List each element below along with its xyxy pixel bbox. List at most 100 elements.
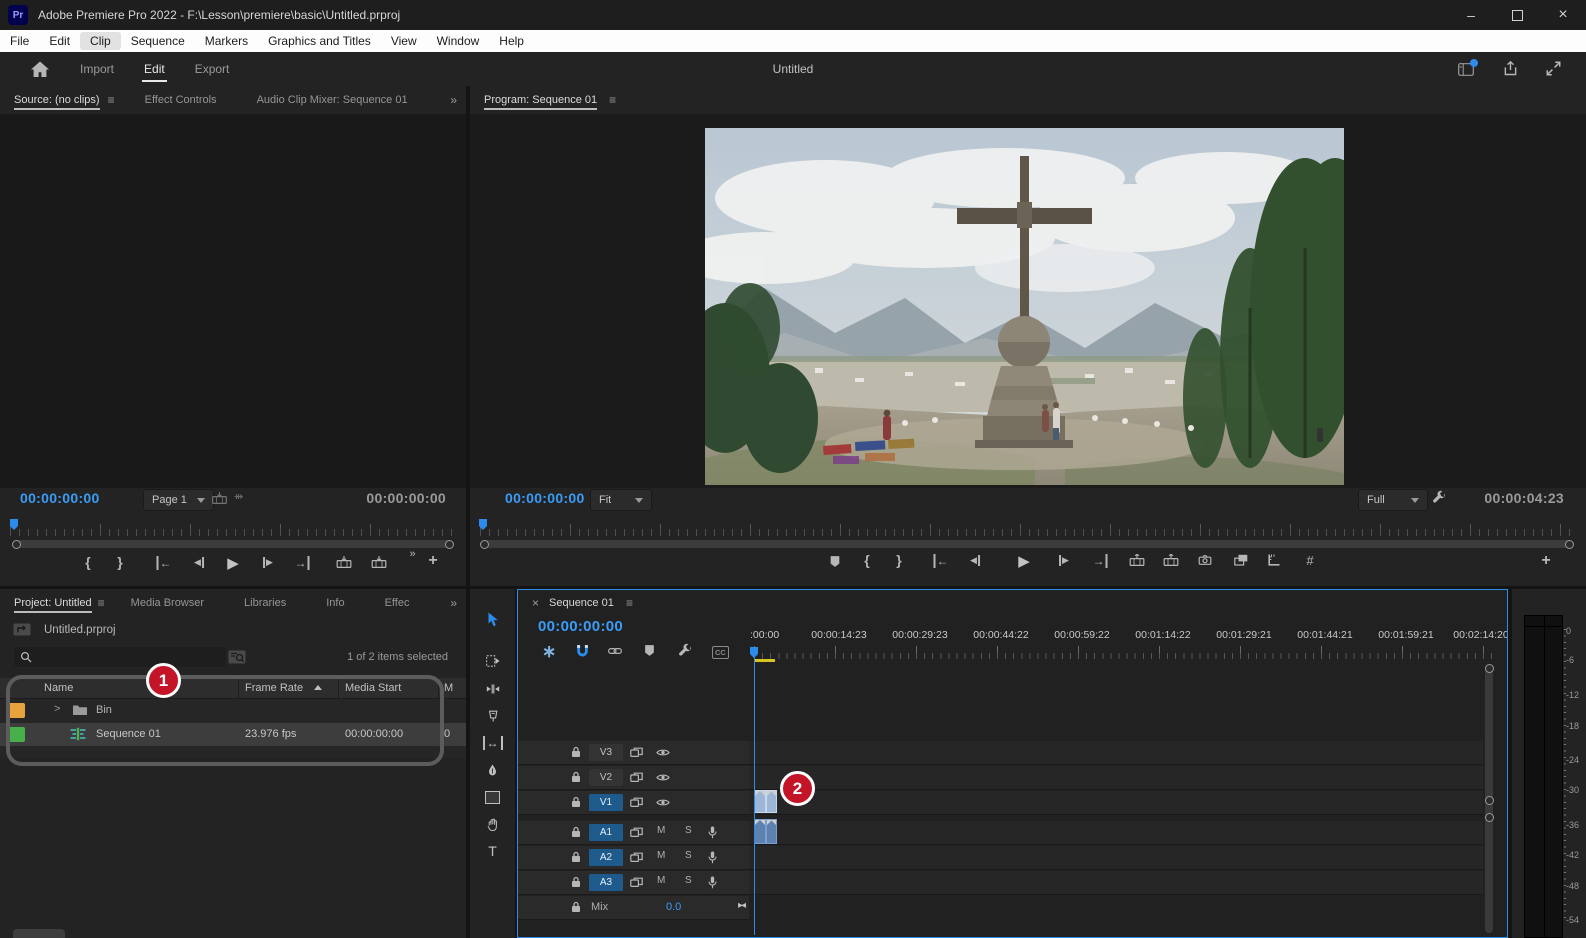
mark-out-button[interactable]: }: [117, 554, 122, 570]
lock-icon[interactable]: [571, 771, 581, 783]
tab-import[interactable]: Import: [78, 54, 116, 84]
mix-volume-value[interactable]: 0.0: [666, 901, 681, 913]
source-scroll-handle-right[interactable]: [445, 540, 454, 549]
program-zoom-select[interactable]: Fit: [590, 489, 652, 511]
mute-button[interactable]: M: [657, 825, 665, 836]
type-tool[interactable]: T: [479, 839, 507, 863]
tab-overflow-icon[interactable]: »: [450, 93, 456, 107]
scroll-handle[interactable]: [1485, 813, 1494, 822]
timeline-timecode[interactable]: 00:00:00:00: [538, 618, 623, 635]
snap-magnet-icon[interactable]: [576, 644, 589, 657]
lock-icon[interactable]: [571, 746, 581, 758]
share-icon[interactable]: [1503, 61, 1518, 76]
menu-view[interactable]: View: [381, 32, 427, 50]
track-content-a2[interactable]: [749, 846, 1483, 870]
lock-icon[interactable]: [571, 901, 581, 913]
captions-icon[interactable]: CC: [712, 646, 729, 659]
tab-effect-controls[interactable]: Effect Controls: [145, 87, 217, 113]
track-target-v2[interactable]: V2: [589, 769, 623, 786]
export-frame-icon[interactable]: [1199, 555, 1212, 565]
track-target-a3[interactable]: A3: [589, 874, 623, 891]
track-select-forward-tool[interactable]: [479, 649, 507, 673]
source-timecode[interactable]: 00:00:00:00: [20, 490, 100, 506]
track-target-a1[interactable]: A1: [589, 824, 623, 841]
add-marker-icon[interactable]: [644, 644, 655, 657]
fullscreen-icon[interactable]: [1546, 61, 1561, 76]
go-to-in-button[interactable]: ←: [157, 556, 172, 570]
voiceover-mic-icon[interactable]: [708, 876, 717, 889]
tab-source[interactable]: Source: (no clips): [14, 87, 100, 113]
program-quality-select[interactable]: Full: [1358, 489, 1428, 511]
step-forward-button[interactable]: ▶: [263, 557, 273, 568]
horizontal-scrollbar[interactable]: [13, 929, 65, 938]
program-timecode[interactable]: 00:00:00:00: [505, 490, 585, 506]
track-target-v3[interactable]: V3: [589, 744, 623, 761]
source-scroll-handle-left[interactable]: [12, 540, 21, 549]
scroll-handle[interactable]: [1485, 796, 1494, 805]
menu-help[interactable]: Help: [489, 32, 534, 50]
go-to-out-button[interactable]: →: [1093, 554, 1108, 568]
more-buttons-icon[interactable]: »: [409, 548, 414, 560]
source-playhead[interactable]: [9, 518, 19, 531]
timeline-tab[interactable]: Sequence 01: [549, 597, 614, 609]
track-content-a3[interactable]: [749, 871, 1483, 895]
video-clip-1[interactable]: [754, 790, 766, 813]
sync-lock-icon[interactable]: [630, 747, 643, 758]
play-button[interactable]: ▶: [227, 554, 239, 572]
menu-window[interactable]: Window: [427, 32, 490, 50]
button-editor-icon[interactable]: +: [428, 552, 437, 570]
source-viewer-empty[interactable]: [0, 114, 466, 488]
timeline-playhead[interactable]: [749, 646, 759, 659]
ripple-edit-tool[interactable]: [479, 677, 507, 701]
breadcrumb[interactable]: Untitled.prproj: [44, 624, 116, 636]
minimize-button[interactable]: –: [1448, 0, 1494, 30]
track-target-v1[interactable]: V1: [589, 794, 623, 811]
lock-icon[interactable]: [571, 851, 581, 863]
audio-clip-2[interactable]: [766, 819, 778, 844]
tab-export[interactable]: Export: [193, 54, 232, 84]
drag-audio-icon[interactable]: ⇻: [234, 492, 241, 503]
menu-clip[interactable]: Clip: [80, 32, 121, 50]
search-input[interactable]: [14, 647, 226, 667]
toggle-track-output-eye-icon[interactable]: [656, 798, 670, 807]
safe-margins-icon[interactable]: [1268, 554, 1280, 566]
nest-sequences-icon[interactable]: ∗: [542, 643, 556, 660]
rectangle-tool[interactable]: [479, 785, 507, 809]
mute-button[interactable]: M: [657, 875, 665, 886]
insert-button[interactable]: [337, 556, 352, 568]
track-content-v1[interactable]: [749, 791, 1483, 815]
step-forward-button[interactable]: ▶: [1059, 555, 1069, 566]
razor-tool[interactable]: [479, 704, 507, 728]
tab-project[interactable]: Project: Untitled: [14, 590, 92, 616]
mark-out-button[interactable]: }: [896, 552, 901, 568]
mark-in-button[interactable]: {: [864, 552, 869, 568]
go-to-in-button[interactable]: ←: [934, 554, 949, 568]
track-content-v3[interactable]: [749, 741, 1483, 765]
search-bin-button[interactable]: [228, 650, 246, 664]
program-mini-ruler[interactable]: [480, 524, 1572, 536]
button-editor-icon[interactable]: +: [1541, 552, 1550, 570]
menu-file[interactable]: File: [0, 32, 39, 50]
timeline-settings-wrench-icon[interactable]: [678, 643, 692, 657]
program-video-frame[interactable]: [705, 128, 1344, 485]
program-zoom-scrollbar[interactable]: [482, 540, 1572, 548]
menu-markers[interactable]: Markers: [195, 32, 258, 50]
video-clip-2[interactable]: [766, 790, 778, 813]
navigate-up-icon[interactable]: [13, 623, 31, 636]
tab-edit[interactable]: Edit: [142, 54, 167, 84]
sync-lock-icon[interactable]: [630, 797, 643, 808]
track-content-a1[interactable]: [749, 821, 1483, 845]
tab-libraries[interactable]: Libraries: [244, 590, 286, 616]
lock-icon[interactable]: [571, 826, 581, 838]
hand-tool[interactable]: [479, 812, 507, 836]
panel-menu-icon[interactable]: ≡: [108, 93, 115, 107]
voiceover-mic-icon[interactable]: [708, 826, 717, 839]
track-content-v2[interactable]: [749, 766, 1483, 790]
program-scroll-handle-right[interactable]: [1565, 540, 1574, 549]
lift-button[interactable]: [1130, 554, 1145, 566]
source-zoom-scrollbar[interactable]: [14, 540, 452, 548]
home-icon[interactable]: [30, 61, 50, 78]
mark-in-button[interactable]: {: [85, 554, 90, 570]
close-tab-icon[interactable]: ×: [532, 596, 539, 610]
program-panel-menu-icon[interactable]: ≡: [609, 93, 616, 107]
